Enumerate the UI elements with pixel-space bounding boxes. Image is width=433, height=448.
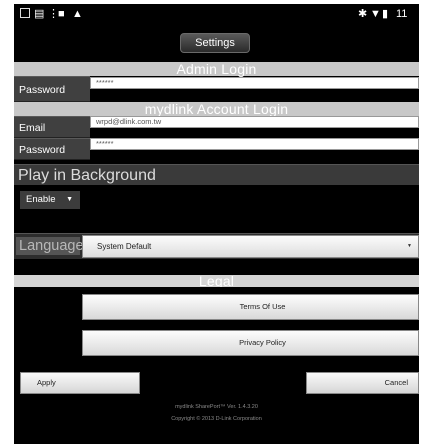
cancel-button[interactable]: Cancel [306,372,419,394]
status-time: 11 [396,8,408,20]
wifi-icon: ▼ [370,8,381,20]
app-screen: ▤ ⋮ ■ ▲ ✱ ▼ ▮ 11 Settings Admin Login Pa… [14,4,419,444]
version-text: mydlink SharePort™ Ver. 1.4.3.20 [175,404,258,410]
chevron-down-icon: ▼ [66,196,73,203]
admin-login-header: Admin Login [14,62,419,76]
enable-label: Enable [26,194,56,205]
status-bar: ▤ ⋮ ■ ▲ ✱ ▼ ▮ 11 [14,4,419,26]
title-bar: Settings [14,26,419,62]
android-icon: ▲ [72,8,83,20]
play-background-body: Enable ▼ [14,185,419,233]
mydlink-login-title: mydlink Account Login [144,101,289,117]
battery-icon: ▮ [382,8,389,20]
legal-title: Legal [198,273,235,289]
admin-login-title: Admin Login [176,61,257,77]
copyright-text: Copyright © 2013 D-Link Corporation [171,416,262,422]
enable-dropdown[interactable]: Enable ▼ [20,191,80,209]
image-icon: ■ [58,8,65,20]
notification-icon: ▤ [34,8,45,20]
mydlink-password-field[interactable]: ****** [90,138,419,150]
terms-of-use-button[interactable]: Terms Of Use [82,294,419,320]
page-title: Settings [180,33,250,53]
play-background-header: Play in Background [14,164,419,185]
email-label: Email [14,116,90,138]
chevron-down-icon: ▼ [407,243,412,249]
apply-button[interactable]: Apply [20,372,140,394]
language-selected: System Default [97,242,152,251]
admin-password-field[interactable]: ****** [90,77,419,89]
bluetooth-icon: ✱ [358,8,368,20]
email-field[interactable]: wrpd@dlink.com.tw [90,116,419,128]
language-dropdown[interactable]: System Default ▼ [82,235,419,258]
mydlink-login-header: mydlink Account Login [14,102,419,116]
legal-header: Legal [14,273,419,289]
privacy-policy-button[interactable]: Privacy Policy [82,330,419,356]
language-row: Language System Default ▼ [14,233,419,259]
language-header: Language [16,237,84,255]
window-icon [20,8,30,18]
admin-password-label: Password [14,76,90,102]
mydlink-password-label: Password [14,138,90,160]
